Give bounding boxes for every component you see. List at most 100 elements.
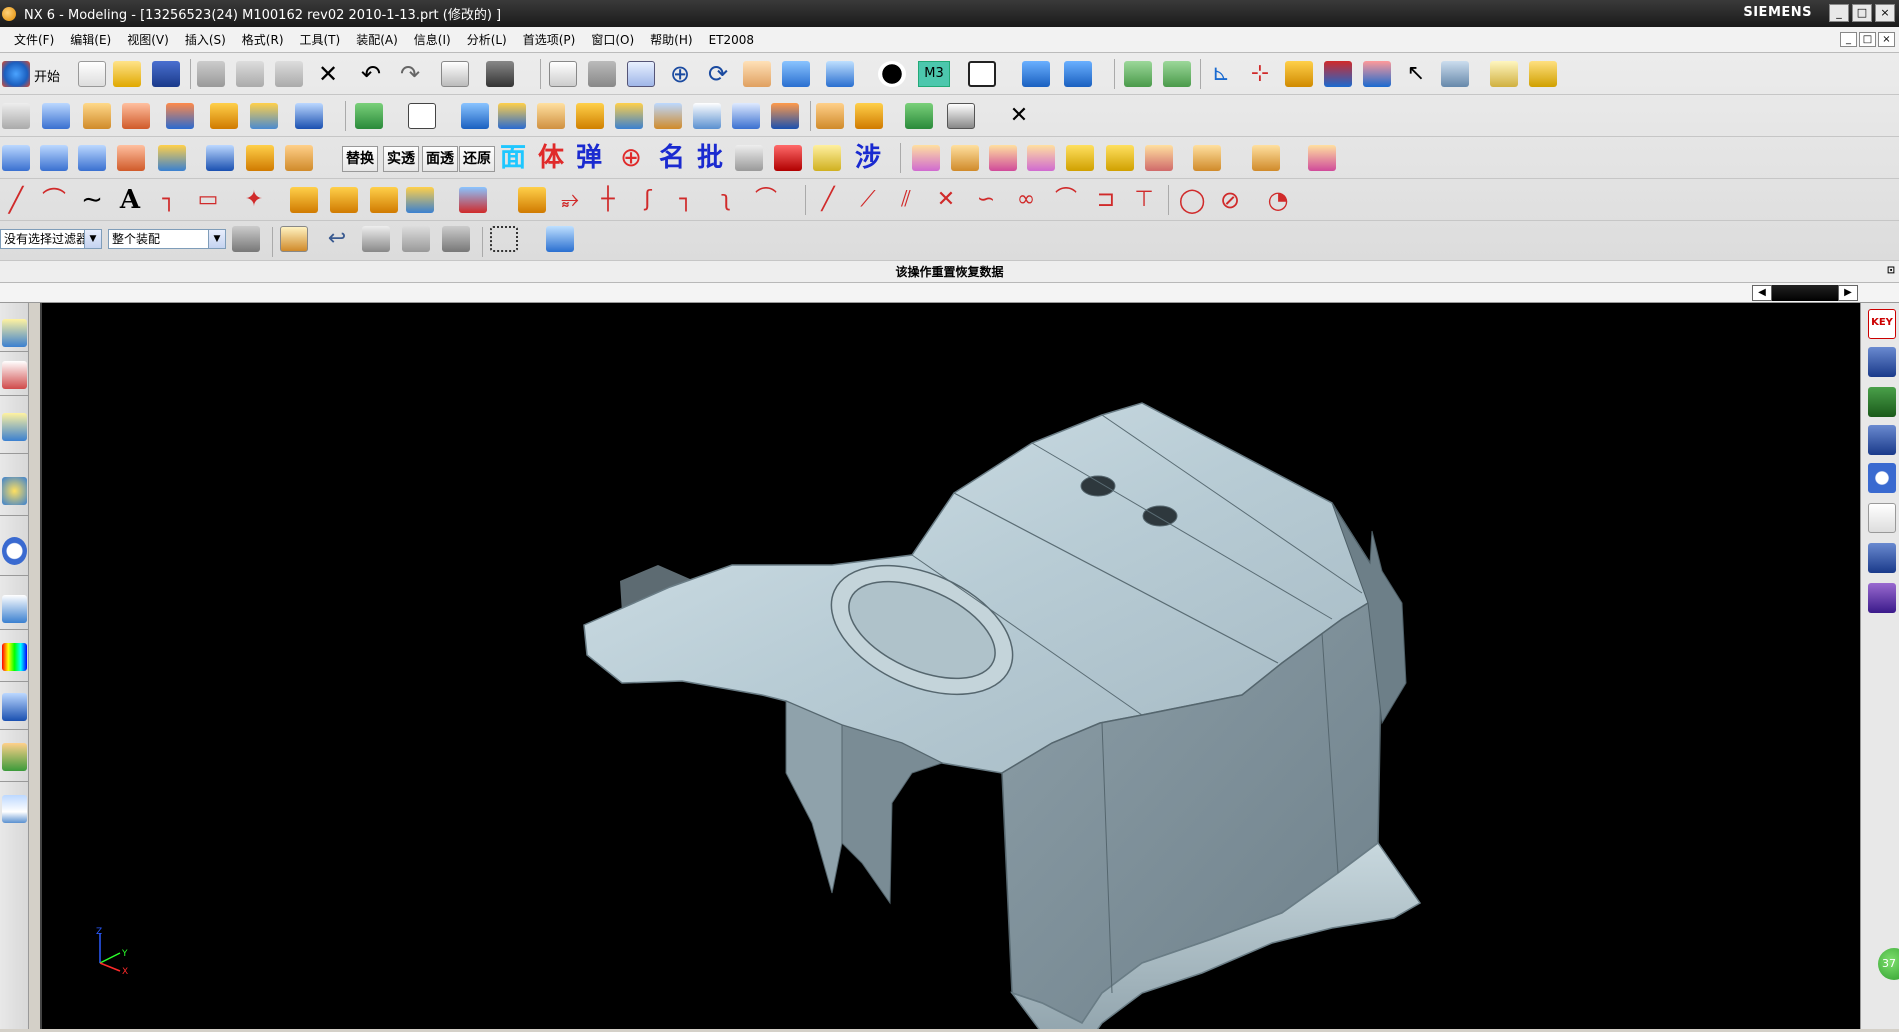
center-cross-icon[interactable]: ⊕: [617, 145, 645, 171]
datum-plane-icon[interactable]: [408, 103, 436, 129]
menu-information[interactable]: 信息(I): [406, 31, 459, 48]
copy-icon[interactable]: [236, 61, 264, 87]
view-back-icon[interactable]: [1027, 145, 1055, 171]
menu-format[interactable]: 格式(R): [234, 31, 292, 48]
cross-tool-icon[interactable]: [1868, 543, 1896, 573]
rendering-style-icon[interactable]: [878, 61, 906, 87]
view-replace-icon[interactable]: [1308, 145, 1336, 171]
menu-et2008[interactable]: ET2008: [701, 33, 762, 47]
spring-tool-button[interactable]: 弹: [576, 141, 602, 175]
trim-body-icon[interactable]: [771, 103, 799, 129]
menu-help[interactable]: 帮助(H): [642, 31, 700, 48]
chevron-down-icon[interactable]: ▼: [84, 230, 101, 248]
move-to-layer-icon[interactable]: [1163, 61, 1191, 87]
key-icon[interactable]: KEY: [1868, 309, 1896, 339]
spline-icon[interactable]: ∼: [78, 187, 106, 213]
corner-icon[interactable]: ┐: [672, 187, 700, 213]
assembly-navigator-icon[interactable]: [2, 319, 27, 347]
selection-scope-combo[interactable]: 整个装配 ▼: [108, 229, 226, 249]
pad-icon[interactable]: [295, 103, 323, 129]
replace-button[interactable]: 替换: [342, 146, 378, 172]
sketch-profile-icon[interactable]: ⟋: [854, 187, 882, 213]
copy-layer-icon[interactable]: [735, 145, 763, 171]
mirror-feature-icon[interactable]: [855, 103, 883, 129]
chevron-down-icon[interactable]: ▼: [208, 230, 225, 248]
information-icon[interactable]: [441, 61, 469, 87]
extrude-icon[interactable]: [42, 103, 70, 129]
offset-face-icon[interactable]: [732, 103, 760, 129]
constraint-navigator-icon[interactable]: [2, 361, 27, 389]
m3-button[interactable]: M3: [918, 61, 950, 87]
snap-point-icon[interactable]: [280, 226, 308, 252]
menu-tools[interactable]: 工具(T): [292, 31, 349, 48]
unite-icon[interactable]: [355, 103, 383, 129]
sketch-line-icon[interactable]: ╱: [814, 187, 842, 213]
new-file-icon[interactable]: [78, 61, 106, 87]
orient-view-icon[interactable]: [826, 61, 854, 87]
cut-icon[interactable]: [197, 61, 225, 87]
select-cursor-icon[interactable]: ↖: [1402, 61, 1430, 87]
gear-icon[interactable]: [1868, 463, 1896, 493]
thicken-icon[interactable]: [693, 103, 721, 129]
binoculars-icon[interactable]: [486, 61, 514, 87]
menu-file[interactable]: 文件(F): [0, 31, 62, 48]
select-feature-icon[interactable]: [442, 226, 470, 252]
solid-transparent-button[interactable]: 实透: [383, 146, 419, 172]
fit-icon[interactable]: [549, 61, 577, 87]
rectangle-select-icon[interactable]: [490, 226, 518, 252]
edit-feature-icon[interactable]: ✕: [1005, 103, 1033, 129]
circle-icon[interactable]: ◯: [1178, 187, 1206, 213]
sweep-icon[interactable]: [122, 103, 150, 129]
sketch-parallel-icon[interactable]: ⫽: [892, 187, 920, 213]
redo-icon[interactable]: ↷: [396, 61, 424, 87]
offset-surface-icon[interactable]: [206, 145, 234, 171]
wcs-rotate-icon[interactable]: [1285, 61, 1313, 87]
menu-edit[interactable]: 编辑(E): [62, 31, 119, 48]
save-icon[interactable]: [152, 61, 180, 87]
view-top-icon[interactable]: [912, 145, 940, 171]
green-module-icon[interactable]: [1868, 387, 1896, 417]
arc-icon[interactable]: ⌒: [40, 187, 68, 213]
batch-tool-button[interactable]: 批: [697, 141, 723, 175]
close-button[interactable]: ×: [1875, 4, 1895, 22]
extension-icon[interactable]: [158, 145, 186, 171]
paste-icon[interactable]: [275, 61, 303, 87]
measure-distance-icon[interactable]: [1490, 61, 1518, 87]
web-browser-icon[interactable]: [2, 477, 27, 505]
history-icon[interactable]: [2, 537, 27, 565]
blue-block-icon[interactable]: [1868, 425, 1896, 455]
undo-selection-icon[interactable]: ↩: [323, 226, 351, 252]
wcs-display-icon[interactable]: [1441, 61, 1469, 87]
curve-length-icon[interactable]: ʃ: [634, 187, 662, 213]
bridge-curve-icon[interactable]: [330, 187, 358, 213]
line-icon[interactable]: ╱: [2, 187, 30, 213]
face-transparent-button[interactable]: 面透: [422, 146, 458, 172]
ellipse-icon[interactable]: ◔: [1264, 187, 1292, 213]
view-layout-icon[interactable]: [1252, 145, 1280, 171]
through-curves-icon[interactable]: [40, 145, 68, 171]
start-button-label[interactable]: 开始: [34, 66, 60, 85]
start-icon[interactable]: [2, 61, 30, 87]
circle-center-icon[interactable]: ⊘: [1216, 187, 1244, 213]
name-tool-button[interactable]: 名: [659, 141, 685, 175]
interference-tool-button[interactable]: 涉: [855, 141, 881, 175]
minimize-button[interactable]: _: [1829, 4, 1849, 22]
rectangle-icon[interactable]: ▭: [194, 187, 222, 213]
boss-icon[interactable]: [250, 103, 278, 129]
wcs-orient-icon[interactable]: [1324, 61, 1352, 87]
studio-surface-icon[interactable]: [117, 145, 145, 171]
sketch-fillet-icon[interactable]: ⊐: [1092, 187, 1120, 213]
purple-shape-icon[interactable]: [1868, 583, 1896, 613]
revolve-icon[interactable]: [83, 103, 111, 129]
collapse-icon[interactable]: ⊡: [1883, 263, 1899, 279]
rotate-icon[interactable]: ⟳: [704, 61, 732, 87]
reuse-library-icon[interactable]: [2, 595, 27, 623]
yellow-cube-icon[interactable]: [813, 145, 841, 171]
maximize-button[interactable]: □: [1852, 4, 1872, 22]
delete-icon[interactable]: ✕: [314, 61, 342, 87]
layer-settings-icon[interactable]: [1124, 61, 1152, 87]
instance-icon[interactable]: [816, 103, 844, 129]
part-navigator-icon[interactable]: [2, 413, 27, 441]
scroll-left-icon[interactable]: ◀: [1752, 285, 1772, 301]
face-tool-button[interactable]: 面: [500, 141, 526, 175]
